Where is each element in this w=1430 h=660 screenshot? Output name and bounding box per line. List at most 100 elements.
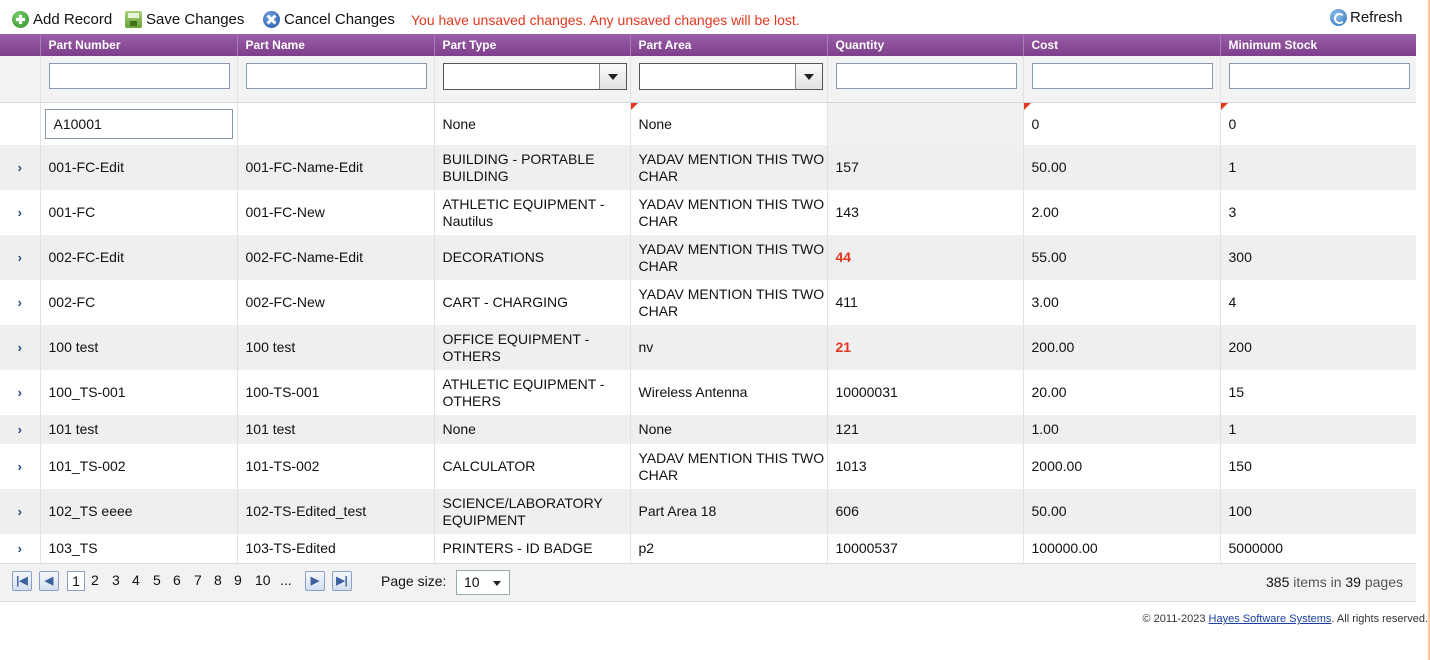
quantity-cell[interactable]: 411 xyxy=(826,280,1023,325)
min-stock-cell[interactable]: 300 xyxy=(1219,235,1416,280)
prev-page-button[interactable]: ◀ xyxy=(39,571,59,591)
page-size-select[interactable]: 10 xyxy=(456,570,510,595)
part-area-cell[interactable]: YADAV MENTION THIS TWO CHAR xyxy=(629,444,827,489)
quantity-cell[interactable]: 143 xyxy=(826,190,1023,235)
minimum-stock-filter-input[interactable] xyxy=(1228,63,1410,89)
table-row[interactable]: › 101_TS-002 101-TS-002 CALCULATOR YADAV MEN… xyxy=(0,444,1416,489)
table-row[interactable]: › 001-FC 001-FC-New ATHLETIC EQUIPMENT - Na… xyxy=(0,190,1416,235)
part-type-cell[interactable]: None xyxy=(433,415,630,444)
new-part-type-cell[interactable]: None xyxy=(433,102,630,145)
column-header-part-number[interactable]: Part Number xyxy=(39,34,237,56)
page-link[interactable]: 4 xyxy=(132,572,140,588)
row-expand-button[interactable]: › xyxy=(0,534,40,563)
page-link[interactable]: 9 xyxy=(234,572,242,588)
row-expand-button[interactable]: › xyxy=(0,280,40,325)
min-stock-cell[interactable]: 1 xyxy=(1219,145,1416,190)
new-min-stock-cell[interactable]: 0 xyxy=(1219,102,1416,145)
new-part-area-cell[interactable]: None xyxy=(629,102,827,145)
cost-cell[interactable]: 100000.00 xyxy=(1022,534,1220,563)
save-changes-button[interactable]: Save Changes xyxy=(125,9,244,29)
part-name-cell[interactable]: 001-FC-New xyxy=(236,190,434,235)
quantity-cell[interactable]: 44 xyxy=(826,235,1023,280)
part-area-cell[interactable]: Part Area 18 xyxy=(629,489,827,534)
part-area-cell[interactable]: p2 xyxy=(629,534,827,563)
company-link[interactable]: Hayes Software Systems xyxy=(1209,613,1332,625)
column-header-part-area[interactable]: Part Area xyxy=(629,34,827,56)
part-name-cell[interactable]: 101 test xyxy=(236,415,434,444)
quantity-cell[interactable]: 121 xyxy=(826,415,1023,444)
part-type-cell[interactable]: CALCULATOR xyxy=(433,444,630,489)
row-expand-button[interactable]: › xyxy=(0,444,40,489)
part-name-filter-input[interactable] xyxy=(245,63,427,89)
table-row[interactable]: › 002-FC 002-FC-New CART - CHARGING YADAV ME… xyxy=(0,280,1416,325)
part-number-cell[interactable]: 100 test xyxy=(39,325,237,370)
quantity-cell[interactable]: 10000537 xyxy=(826,534,1023,563)
part-type-cell[interactable]: ATHLETIC EQUIPMENT - OTHERS xyxy=(433,370,630,415)
part-number-cell[interactable]: 001-FC xyxy=(39,190,237,235)
quantity-cell[interactable]: 1013 xyxy=(826,444,1023,489)
page-link[interactable]: 7 xyxy=(194,572,202,588)
part-area-filter-select[interactable] xyxy=(638,62,823,90)
part-number-cell[interactable]: 001-FC-Edit xyxy=(39,145,237,190)
part-number-cell[interactable]: 101_TS-002 xyxy=(39,444,237,489)
part-type-cell[interactable]: OFFICE EQUIPMENT - OTHERS xyxy=(433,325,630,370)
cost-cell[interactable]: 50.00 xyxy=(1022,145,1220,190)
cost-cell[interactable]: 1.00 xyxy=(1022,415,1220,444)
part-area-cell[interactable]: YADAV MENTION THIS TWO CHAR xyxy=(629,280,827,325)
table-row[interactable]: › 002-FC-Edit 002-FC-Name-Edit DECORATIONS Y… xyxy=(0,235,1416,280)
cost-cell[interactable]: 2000.00 xyxy=(1022,444,1220,489)
quantity-cell[interactable]: 606 xyxy=(826,489,1023,534)
part-name-cell[interactable]: 102-TS-Edited_test xyxy=(236,489,434,534)
new-cost-cell[interactable]: 0 xyxy=(1022,102,1220,145)
page-link[interactable]: ... xyxy=(280,572,292,588)
row-expand-button[interactable]: › xyxy=(0,235,40,280)
table-row[interactable]: › 101 test 101 test None None 121 1.00 1 xyxy=(0,415,1416,444)
column-header-cost[interactable]: Cost xyxy=(1022,34,1220,56)
part-area-cell[interactable]: YADAV MENTION THIS TWO CHAR xyxy=(629,235,827,280)
part-type-cell[interactable]: ATHLETIC EQUIPMENT - Nautilus xyxy=(433,190,630,235)
part-name-cell[interactable]: 101-TS-002 xyxy=(236,444,434,489)
table-row[interactable]: › 100 test 100 test OFFICE EQUIPMENT - OTHE… xyxy=(0,325,1416,370)
part-number-cell[interactable]: 103_TS xyxy=(39,534,237,563)
page-link[interactable]: 8 xyxy=(214,572,222,588)
part-number-cell[interactable]: 100_TS-001 xyxy=(39,370,237,415)
cost-cell[interactable]: 200.00 xyxy=(1022,325,1220,370)
quantity-cell[interactable]: 10000031 xyxy=(826,370,1023,415)
column-header-quantity[interactable]: Quantity xyxy=(826,34,1023,56)
part-type-cell[interactable]: SCIENCE/LABORATORY EQUIPMENT xyxy=(433,489,630,534)
cancel-changes-button[interactable]: Cancel Changes xyxy=(263,9,395,29)
cost-filter-input[interactable] xyxy=(1031,63,1213,89)
quantity-cell[interactable]: 157 xyxy=(826,145,1023,190)
quantity-filter-input[interactable] xyxy=(835,63,1017,89)
row-expand-button[interactable]: › xyxy=(0,370,40,415)
table-row[interactable]: › 100_TS-001 100-TS-001 ATHLETIC EQUIPMENT … xyxy=(0,370,1416,415)
page-link[interactable]: 6 xyxy=(173,572,181,588)
part-area-cell[interactable]: YADAV MENTION THIS TWO CHAR xyxy=(629,190,827,235)
part-name-cell[interactable]: 002-FC-New xyxy=(236,280,434,325)
min-stock-cell[interactable]: 100 xyxy=(1219,489,1416,534)
chevron-down-icon[interactable] xyxy=(598,63,626,89)
row-expand-button[interactable]: › xyxy=(0,325,40,370)
page-link[interactable]: 10 xyxy=(255,572,271,588)
min-stock-cell[interactable]: 3 xyxy=(1219,190,1416,235)
part-type-cell[interactable]: DECORATIONS xyxy=(433,235,630,280)
min-stock-cell[interactable]: 15 xyxy=(1219,370,1416,415)
row-expand-button[interactable]: › xyxy=(0,145,40,190)
current-page[interactable]: 1 xyxy=(67,571,85,591)
min-stock-cell[interactable]: 150 xyxy=(1219,444,1416,489)
column-header-minimum-stock[interactable]: Minimum Stock xyxy=(1219,34,1416,56)
table-row[interactable]: › 102_TS eeee 102-TS-Edited_test SCIENCE/LA… xyxy=(0,489,1416,534)
part-name-cell[interactable]: 103-TS-Edited xyxy=(236,534,434,563)
page-link[interactable]: 3 xyxy=(112,572,120,588)
cost-cell[interactable]: 20.00 xyxy=(1022,370,1220,415)
part-type-cell[interactable]: CART - CHARGING xyxy=(433,280,630,325)
cost-cell[interactable]: 3.00 xyxy=(1022,280,1220,325)
last-page-button[interactable]: ▶| xyxy=(332,571,352,591)
add-record-button[interactable]: Add Record xyxy=(12,9,112,29)
chevron-down-icon[interactable] xyxy=(794,63,822,89)
part-name-cell[interactable]: 002-FC-Name-Edit xyxy=(236,235,434,280)
table-row[interactable]: › 001-FC-Edit 001-FC-Name-Edit BUILDING - P… xyxy=(0,145,1416,190)
part-type-cell[interactable]: PRINTERS - ID BADGE xyxy=(433,534,630,563)
part-area-cell[interactable]: Wireless Antenna xyxy=(629,370,827,415)
part-area-cell[interactable]: None xyxy=(629,415,827,444)
